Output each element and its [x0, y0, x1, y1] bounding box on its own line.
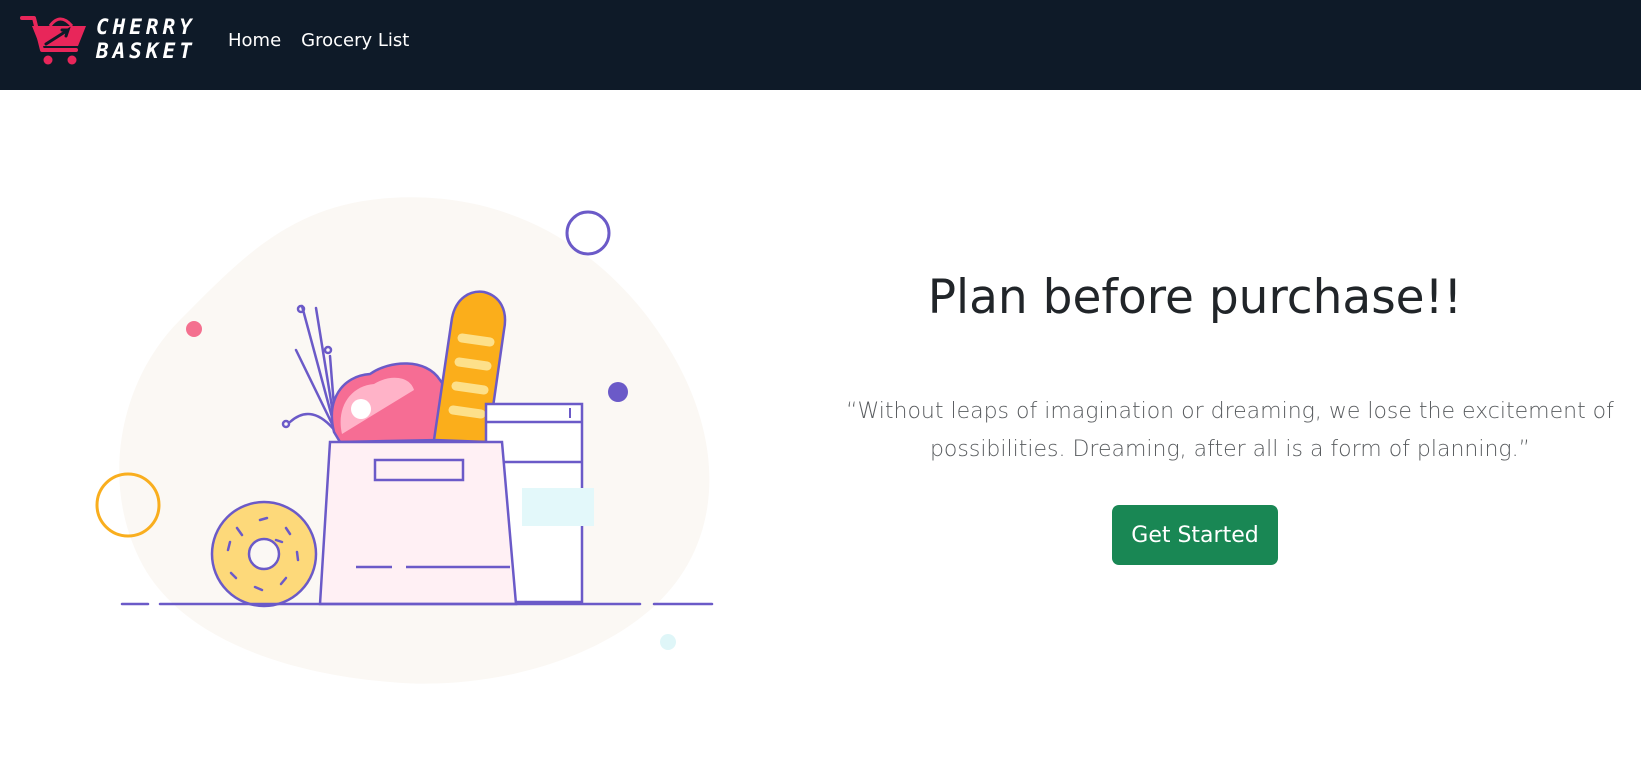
shopping-cart-icon — [20, 16, 86, 65]
decor-dot-teal — [660, 634, 676, 650]
brand-name-line-1: CHERRY — [96, 15, 196, 39]
get-started-button[interactable]: Get Started — [1112, 505, 1278, 565]
nav-links: Home Grocery List — [228, 27, 409, 55]
hero-title: Plan before purchase!! — [927, 270, 1463, 325]
nav-link-home[interactable]: Home — [228, 27, 281, 55]
brand-name-line-2: BASKET — [96, 39, 196, 63]
decor-dot-pink — [186, 321, 202, 337]
grocery-bag-illustration — [95, 197, 714, 684]
brand-logo-link[interactable]: CHERRY BASKET — [20, 12, 192, 68]
nav-link-grocery-list[interactable]: Grocery List — [301, 27, 409, 55]
donut — [210, 500, 318, 608]
brand-name: CHERRY BASKET — [96, 15, 216, 63]
top-navbar: CHERRY BASKET Home Grocery List — [0, 0, 1641, 90]
decor-circle-purple-outline — [565, 210, 611, 256]
paper-bag — [318, 440, 518, 606]
hero-quote: “Without leaps of imagination or dreamin… — [846, 399, 1614, 462]
decor-dot-purple — [608, 382, 628, 402]
